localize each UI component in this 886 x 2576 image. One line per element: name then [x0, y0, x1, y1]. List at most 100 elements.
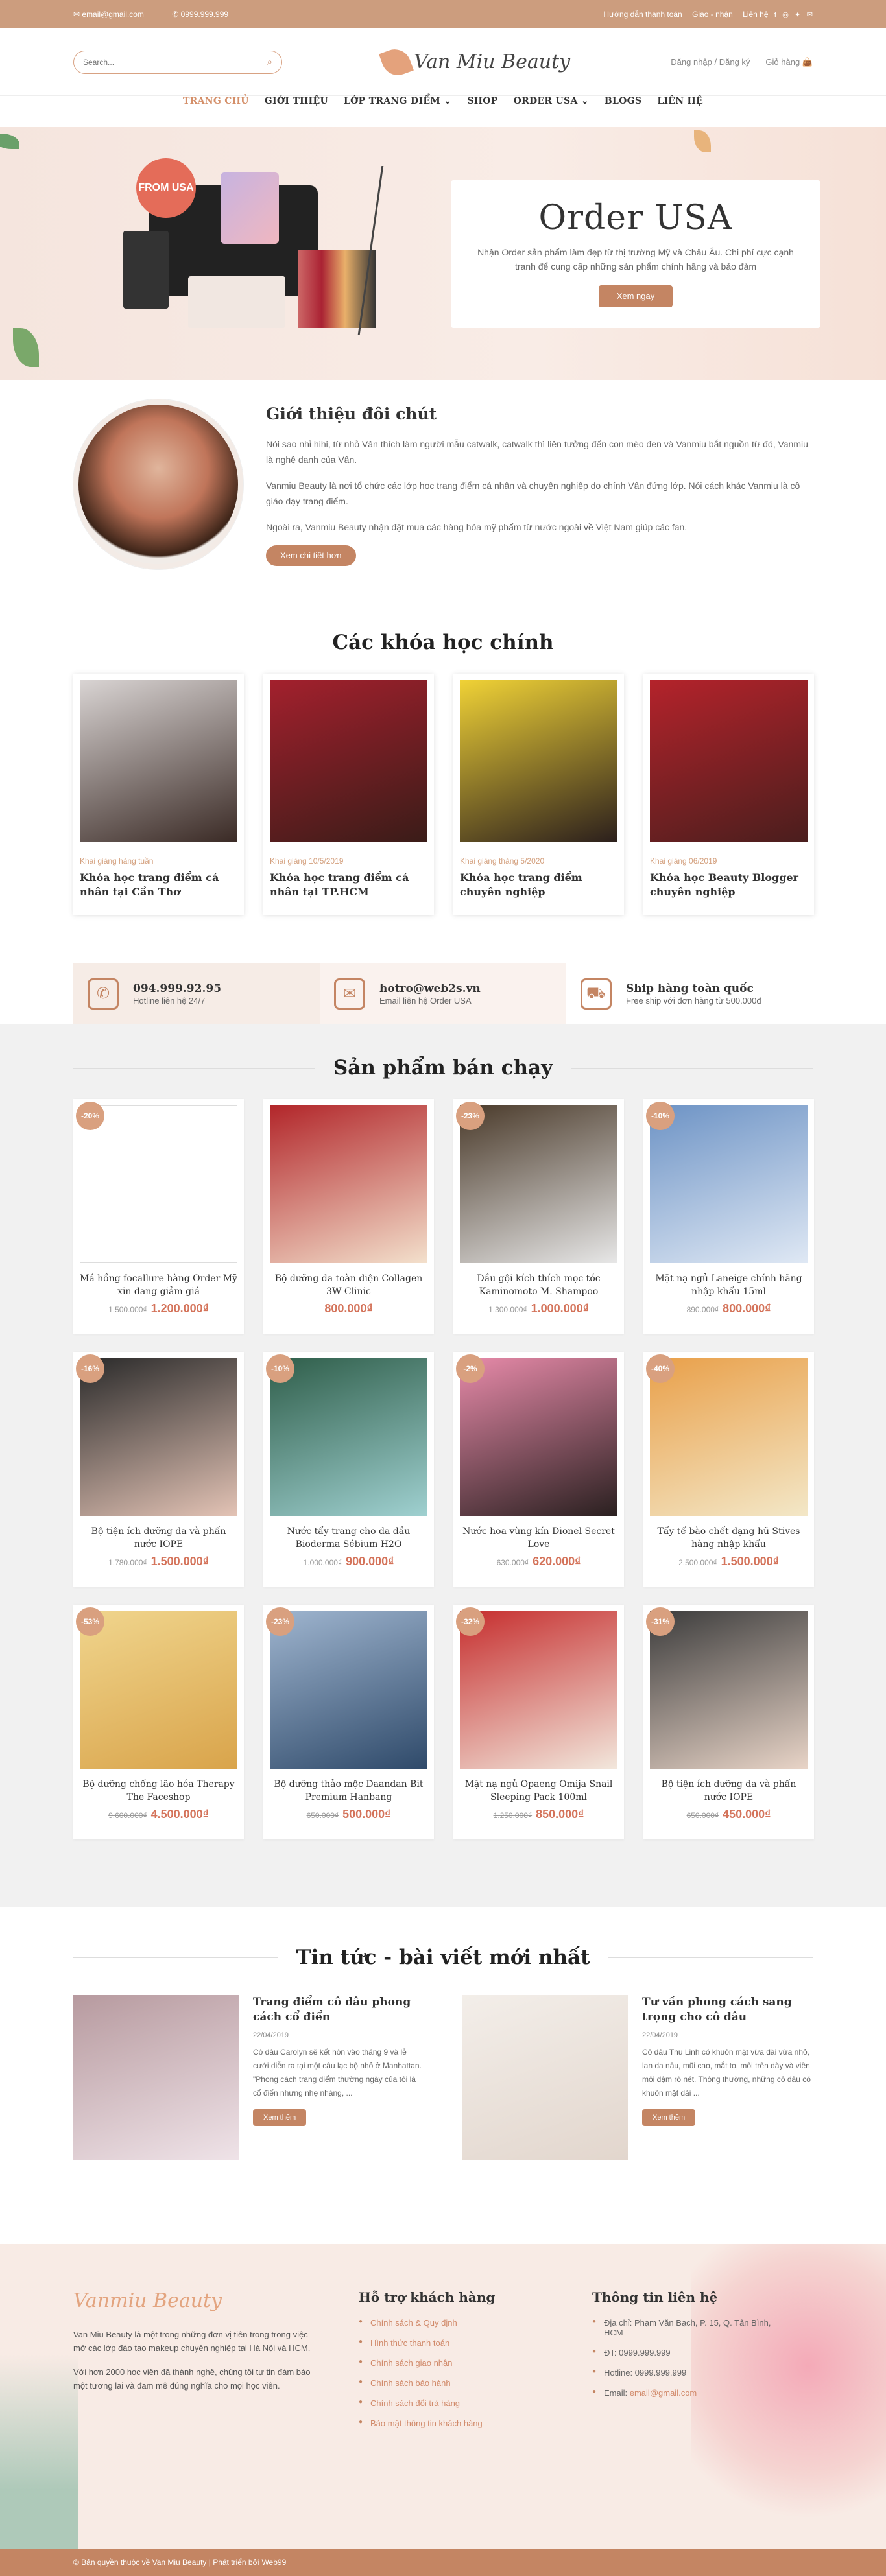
- product-name[interactable]: Tẩy tế bào chết dạng hũ Stives hàng nhập…: [650, 1525, 808, 1551]
- product-image[interactable]: [80, 1358, 237, 1516]
- product-image[interactable]: [460, 1358, 617, 1516]
- footer-logo[interactable]: Vanmiu Beauty: [73, 2289, 320, 2312]
- course-image[interactable]: [80, 680, 237, 842]
- product-card[interactable]: -10% Mặt nạ ngủ Laneige chính hãng nhập k…: [643, 1099, 814, 1334]
- search-icon[interactable]: ⌕: [267, 56, 272, 67]
- news-excerpt: Cô dâu Carolyn sẽ kết hôn vào tháng 9 và…: [253, 2048, 422, 2097]
- product-card[interactable]: -10% Nước tẩy trang cho da dầu Bioderma S…: [263, 1352, 434, 1587]
- sale-badge: -53%: [76, 1607, 104, 1636]
- product-card[interactable]: -16% Bộ tiện ích dưỡng da và phấn nước IO…: [73, 1352, 244, 1587]
- nav-contact[interactable]: LIÊN HỆ: [657, 96, 703, 106]
- product-image[interactable]: [650, 1611, 808, 1769]
- product-name[interactable]: Bộ tiện ích dưỡng da và phấn nước IOPE: [650, 1778, 808, 1804]
- facebook-icon[interactable]: f: [774, 11, 776, 19]
- product-image[interactable]: [650, 1105, 808, 1263]
- courses-section: Các khóa học chính Khai giảng hàng tuần K…: [0, 604, 886, 963]
- news-image[interactable]: [462, 1995, 628, 2160]
- product-image[interactable]: [650, 1358, 808, 1516]
- product-image[interactable]: [80, 1611, 237, 1769]
- product-image[interactable]: [270, 1105, 427, 1263]
- product-name[interactable]: Dầu gội kích thích mọc tóc Kaminomoto M.…: [460, 1272, 617, 1298]
- sale-price: 900.000₫: [346, 1555, 394, 1568]
- footer-link-privacy[interactable]: Bảo mật thông tin khách hàng: [359, 2418, 553, 2428]
- footer-link-payment[interactable]: Hình thức thanh toán: [359, 2338, 553, 2348]
- old-price: 1.000.000₫: [303, 1558, 342, 1567]
- course-card[interactable]: Khai giảng tháng 5/2020 Khóa học trang đi…: [453, 674, 624, 915]
- mail-icon: ✉: [334, 978, 365, 1010]
- product-name[interactable]: Mặt nạ ngủ Opaeng Omija Snail Sleeping P…: [460, 1778, 617, 1804]
- instagram-icon[interactable]: ◎: [782, 10, 789, 19]
- news-image[interactable]: [73, 1995, 239, 2160]
- product-name[interactable]: Má hồng focallure hàng Order Mỹ xin dang…: [80, 1272, 237, 1298]
- search-input[interactable]: [83, 57, 267, 67]
- topbar-link-payment[interactable]: Hướng dẫn thanh toán: [603, 10, 682, 19]
- nav-about[interactable]: GIỚI THIỆU: [265, 96, 328, 106]
- topbar-link-delivery[interactable]: Giao - nhận: [692, 10, 733, 19]
- product-card[interactable]: -53% Bộ dưỡng chống lão hóa Therapy The F…: [73, 1605, 244, 1839]
- news-title[interactable]: Trang điểm cô dâu phong cách cổ điển: [253, 1995, 424, 2025]
- search-box: ⌕: [73, 50, 282, 74]
- product-name[interactable]: Bộ dưỡng chống lão hóa Therapy The Faces…: [80, 1778, 237, 1804]
- news-title[interactable]: Tư vấn phong cách sang trọng cho cô dâu: [642, 1995, 813, 2025]
- product-name[interactable]: Nước hoa vùng kín Dionel Secret Love: [460, 1525, 617, 1551]
- course-title[interactable]: Khóa học trang điểm chuyên nghiệp: [460, 871, 617, 899]
- product-name[interactable]: Bộ tiện ích dưỡng da và phấn nước IOPE: [80, 1525, 237, 1551]
- product-image[interactable]: [270, 1358, 427, 1516]
- news-more-button[interactable]: Xem thêm: [253, 2109, 307, 2126]
- contact-sub: Email liên hệ Order USA: [379, 995, 472, 1006]
- product-image[interactable]: [460, 1105, 617, 1263]
- news-excerpt: Cô dâu Thu Linh có khuôn mặt vừa dài vừa…: [642, 2048, 811, 2097]
- plant-decoration: [0, 2354, 78, 2549]
- product-card[interactable]: -31% Bộ tiện ích dưỡng da và phấn nước IO…: [643, 1605, 814, 1839]
- product-name[interactable]: Nước tẩy trang cho da dầu Bioderma Sébiu…: [270, 1525, 427, 1551]
- footer-link-returns[interactable]: Chính sách đổi trả hàng: [359, 2398, 553, 2408]
- course-image[interactable]: [460, 680, 617, 842]
- product-card[interactable]: -23% Dầu gội kích thích mọc tóc Kaminomot…: [453, 1099, 624, 1334]
- course-image[interactable]: [270, 680, 427, 842]
- product-card[interactable]: -20% Má hồng focallure hàng Order Mỹ xin …: [73, 1099, 244, 1334]
- course-card[interactable]: Khai giảng hàng tuần Khóa học trang điểm …: [73, 674, 244, 915]
- product-name[interactable]: Bộ dưỡng da toàn diện Collagen 3W Clinic: [270, 1272, 427, 1298]
- product-card[interactable]: Bộ dưỡng da toàn diện Collagen 3W Clinic…: [263, 1099, 434, 1334]
- product-price: 1.780.000₫ 1.500.000₫: [80, 1555, 237, 1568]
- footer-link-delivery[interactable]: Chính sách giao nhận: [359, 2358, 553, 2368]
- course-title[interactable]: Khóa học Beauty Blogger chuyên nghiệp: [650, 871, 808, 899]
- login-link[interactable]: Đăng nhập / Đăng ký: [671, 57, 750, 67]
- product-image[interactable]: [80, 1105, 237, 1263]
- topbar-phone[interactable]: ✆ 0999.999.999: [172, 10, 241, 19]
- nav-order-usa[interactable]: ORDER USA ⌄: [514, 96, 589, 106]
- course-image[interactable]: [650, 680, 808, 842]
- nav-shop[interactable]: SHOP: [467, 96, 497, 106]
- product-card[interactable]: -32% Mặt nạ ngủ Opaeng Omija Snail Sleepi…: [453, 1605, 624, 1839]
- topbar-link-contact[interactable]: Liên hệ: [743, 10, 768, 19]
- twitter-icon[interactable]: ✦: [795, 10, 800, 19]
- site-logo[interactable]: Van Miu Beauty: [379, 44, 570, 80]
- sale-badge: -40%: [646, 1354, 675, 1383]
- course-card[interactable]: Khai giảng 10/5/2019 Khóa học trang điểm …: [263, 674, 434, 915]
- hero-button[interactable]: Xem ngay: [598, 285, 673, 307]
- course-card[interactable]: Khai giảng 06/2019 Khóa học Beauty Blogge…: [643, 674, 814, 915]
- product-card[interactable]: -2% Nước hoa vùng kín Dionel Secret Love 6…: [453, 1352, 624, 1587]
- product-card[interactable]: -40% Tẩy tế bào chết dạng hũ Stives hàng …: [643, 1352, 814, 1587]
- product-name[interactable]: Mặt nạ ngủ Laneige chính hãng nhập khẩu …: [650, 1272, 808, 1298]
- intro-more-button[interactable]: Xem chi tiết hơn: [266, 545, 356, 566]
- product-image[interactable]: [460, 1611, 617, 1769]
- course-title[interactable]: Khóa học trang điểm cá nhân tại Cần Thơ: [80, 871, 237, 899]
- product-image[interactable]: [270, 1611, 427, 1769]
- nav-blogs[interactable]: BLOGS: [605, 96, 641, 106]
- news-more-button[interactable]: Xem thêm: [642, 2109, 696, 2126]
- nav-classes[interactable]: LỚP TRANG ĐIỂM ⌄: [344, 96, 451, 106]
- nav-home[interactable]: TRANG CHỦ: [183, 96, 249, 106]
- contact-sub: Hotline liên hệ 24/7: [133, 995, 206, 1006]
- topbar-email[interactable]: ✉ email@gmail.com: [73, 10, 157, 19]
- product-name[interactable]: Bộ dưỡng thảo mộc Daandan Bit Premium Ha…: [270, 1778, 427, 1804]
- footer-link-policy[interactable]: Chính sách & Quy định: [359, 2318, 553, 2328]
- footer-link-warranty[interactable]: Chính sách bảo hành: [359, 2378, 553, 2388]
- course-title[interactable]: Khóa học trang điểm cá nhân tại TP.HCM: [270, 871, 427, 899]
- product-card[interactable]: -23% Bộ dưỡng thảo mộc Daandan Bit Premiu…: [263, 1605, 434, 1839]
- footer-email-link[interactable]: email@gmail.com: [630, 2388, 697, 2398]
- cart-link[interactable]: Giỏ hàng 👜: [765, 57, 813, 67]
- contact-title: hotro@web2s.vn: [379, 982, 481, 995]
- cart-icon: 👜: [802, 56, 813, 67]
- email-icon[interactable]: ✉: [807, 10, 813, 19]
